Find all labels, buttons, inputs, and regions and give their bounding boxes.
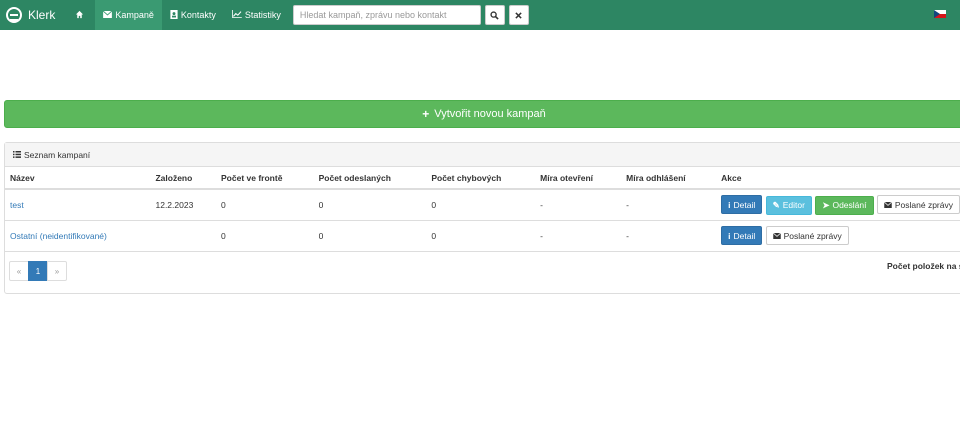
nav-home[interactable] [67,0,95,30]
search-input[interactable] [292,5,481,25]
nav-campaigns[interactable]: Kampaně [95,0,162,30]
col-sent[interactable]: Počet odeslaných [313,167,427,190]
pencil-icon: ✎ [772,199,780,210]
pagination: « 1 » [9,261,67,281]
cell-sent: 0 [313,189,427,221]
editor-label: Editor [782,200,805,210]
cell-open-rate: - [535,189,622,221]
klerk-logo-icon [6,7,22,23]
envelope-icon [883,200,892,210]
panel-title: Seznam kampaní [24,149,91,160]
cell-actions: i Detail Poslané zprávy [716,220,960,252]
cell-errors: 0 [426,189,536,221]
list-icon [13,150,21,160]
page-prev[interactable]: « [9,261,29,281]
col-unsub-rate[interactable]: Míra odhlášení [621,167,717,190]
page-next[interactable]: » [47,261,67,281]
plus-icon: + [422,107,430,121]
detail-label: Detail [733,199,756,210]
close-icon [515,11,523,19]
nav-campaigns-label: Kampaně [115,10,154,20]
search-button[interactable] [484,5,505,25]
campaign-link[interactable]: Ostatní (neidentifikované) [10,231,107,241]
paper-plane-icon: ➤ [822,199,830,210]
search-icon [490,10,500,20]
table-header-row: Název Založeno Počet ve frontě Počet ode… [5,167,960,190]
detail-button[interactable]: i Detail [721,226,763,245]
table-row: test 12.2.2023 0 0 0 - - i Detail ✎ Editor… [5,189,960,221]
envelope-icon [103,10,113,20]
info-icon: i [728,199,731,210]
nav-statistics[interactable]: Statistiky [224,0,289,30]
search-form [292,0,529,30]
panel-heading: Seznam kampaní [5,143,960,167]
info-icon: i [728,230,731,241]
line-chart-icon [232,10,242,20]
cell-created: 12.2.2023 [150,189,217,221]
cell-open-rate: - [535,220,622,252]
table-row: Ostatní (neidentifikované) 0 0 0 - - i De… [5,220,960,252]
envelope-icon [772,231,781,241]
col-errors[interactable]: Počet chybových [426,167,536,190]
address-book-icon [170,9,178,21]
sent-messages-button[interactable]: Poslané zprávy [876,195,960,214]
cell-queued: 0 [216,189,314,221]
nav-contacts[interactable]: Kontakty [162,0,224,30]
top-navbar: Klerk Kampaně Kontakty Statistiky [0,0,960,30]
campaign-list-panel: Seznam kampaní Název Založeno Počet ve f… [4,142,960,294]
col-name[interactable]: Název [5,167,151,190]
create-campaign-button[interactable]: + Vytvořit novou kampaň [4,100,960,128]
send-button[interactable]: ➤ Odeslání [815,195,874,215]
editor-button[interactable]: ✎ Editor [765,195,812,215]
send-label: Odeslání [832,200,867,210]
col-open-rate[interactable]: Míra otevření [535,167,622,190]
per-page-label: Počet položek na s [887,261,960,271]
cell-actions: i Detail ✎ Editor ➤ Odeslání Poslané zprávy [716,189,960,221]
cell-sent: 0 [313,220,427,252]
col-created[interactable]: Založeno [150,167,217,190]
col-actions: Akce [716,167,960,190]
sent-messages-label: Poslané zprávy [894,199,953,210]
sent-messages-label: Poslané zprávy [783,230,842,241]
clear-search-button[interactable] [508,5,529,25]
campaign-link[interactable]: test [10,200,24,210]
cell-errors: 0 [426,220,536,252]
cell-created [150,220,217,252]
brand-name: Klerk [28,8,56,22]
czech-flag-icon[interactable] [934,10,946,18]
nav-contacts-label: Kontakty [180,10,216,20]
cell-unsub-rate: - [621,220,717,252]
sent-messages-button[interactable]: Poslané zprávy [765,226,849,245]
campaign-table: Název Založeno Počet ve frontě Počet ode… [5,167,960,252]
cell-queued: 0 [216,220,314,252]
nav-statistics-label: Statistiky [244,10,281,20]
col-queued[interactable]: Počet ve frontě [216,167,314,190]
create-campaign-label: Vytvořit novou kampaň [434,108,546,120]
home-icon [75,10,84,21]
page-current[interactable]: 1 [28,261,48,281]
cell-unsub-rate: - [621,189,717,221]
detail-label: Detail [733,230,756,241]
brand[interactable]: Klerk [0,0,67,30]
detail-button[interactable]: i Detail [721,195,763,214]
